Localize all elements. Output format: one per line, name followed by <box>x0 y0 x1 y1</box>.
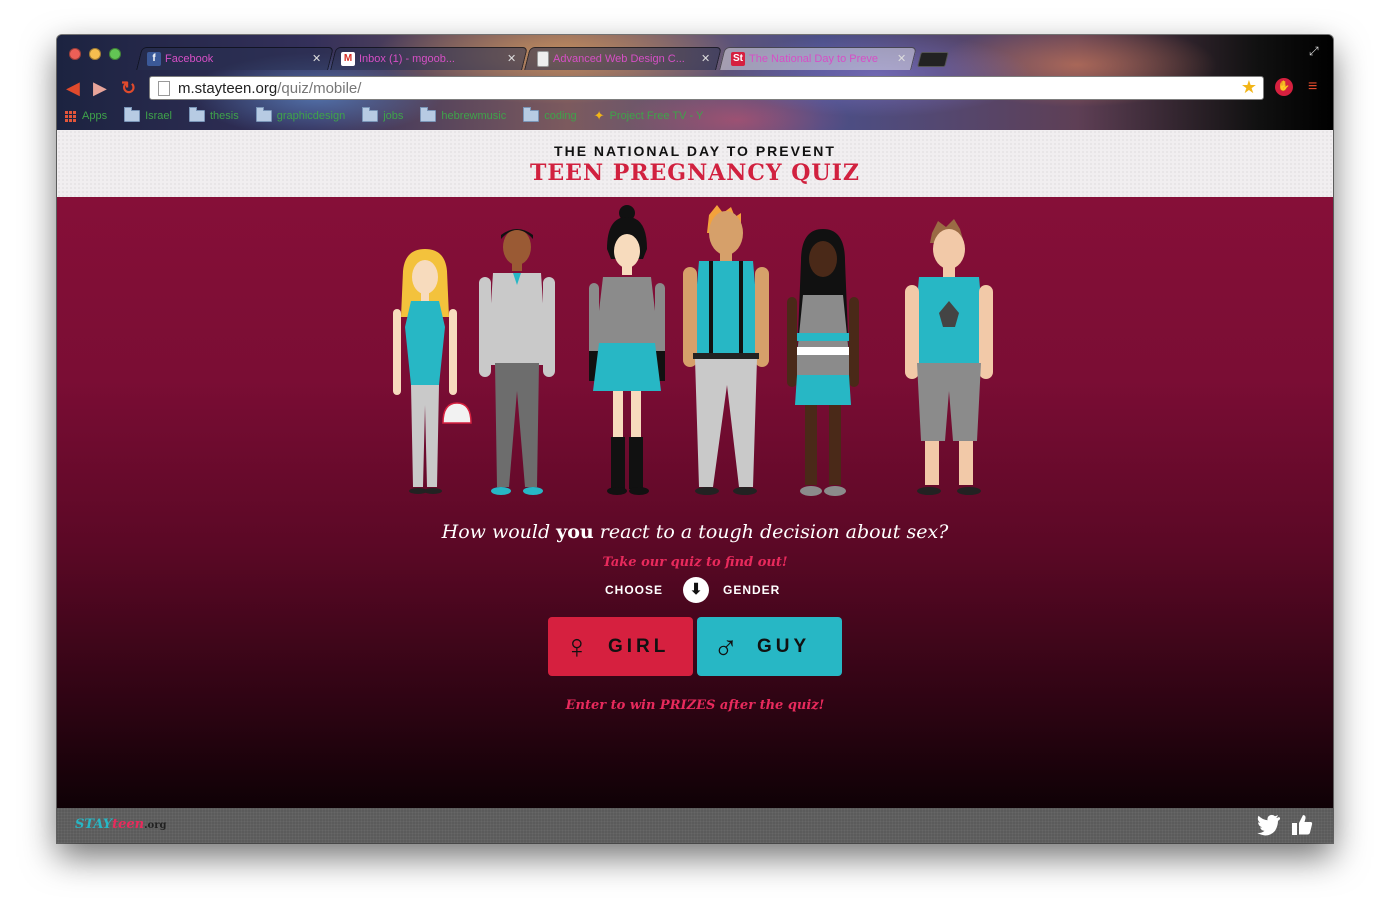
bookmark-thesis[interactable]: thesis <box>188 107 239 122</box>
character-suspenders-boy <box>683 205 769 495</box>
bookmark-label: coding <box>544 110 577 122</box>
tab-title: Facebook <box>165 53 214 65</box>
bookmark-label: hebrewmusic <box>441 110 507 122</box>
like-thumbs-up-icon[interactable] <box>1291 814 1313 836</box>
female-symbol-icon: ♀ <box>564 627 590 666</box>
header-title: TEEN PREGNANCY QUIZ <box>530 160 860 186</box>
bookmark-label: jobs <box>383 110 404 122</box>
bookmark-coding[interactable]: coding <box>523 107 577 122</box>
address-bar[interactable]: m.stayteen.org/quiz/mobile/ ★ <box>149 76 1264 100</box>
guy-button-label: GUY <box>757 635 811 657</box>
tab-inbox-content: M Inbox (1) - mgoob... <box>341 50 495 68</box>
folder-icon <box>255 107 272 122</box>
character-tee-boy <box>905 219 993 495</box>
close-tab-icon[interactable]: ✕ <box>507 52 516 65</box>
forward-icon[interactable]: ▶ <box>93 79 107 97</box>
tab-title: Advanced Web Design C... <box>553 53 685 65</box>
folder-icon <box>362 107 379 122</box>
bookmark-label: thesis <box>209 110 239 122</box>
header-line1: THE NATIONAL DAY TO PREVENT <box>554 143 836 159</box>
character-sweater-boy <box>479 229 555 495</box>
tab-title: The National Day to Preve <box>749 53 879 65</box>
minimize-window-button[interactable] <box>89 48 101 60</box>
prize-text: Enter to win PRIZES after the quiz! <box>565 698 825 713</box>
teen-characters-illustration <box>393 205 993 496</box>
question-text: How would you react to a tough decision … <box>441 521 949 543</box>
male-symbol-icon: ♂ <box>713 627 739 666</box>
hero-section: How would you react to a tough decision … <box>57 197 1333 808</box>
page-icon <box>158 81 170 96</box>
bookmark-hebrewmusic[interactable]: hebrewmusic <box>420 107 507 122</box>
stayteen-logo[interactable]: STAYteen.org <box>75 817 167 832</box>
page-footer: STAYteen.org <box>57 808 1333 843</box>
gmail-icon: M <box>341 52 355 66</box>
adblock-extension-icon[interactable]: ✋ <box>1275 78 1293 96</box>
close-tab-icon[interactable]: ✕ <box>312 52 321 65</box>
choose-label: CHOOSE <box>605 583 664 597</box>
bookmarks-bar: Apps Israel thesis graphicdesign jobs he… <box>65 107 720 125</box>
quiz-header: THE NATIONAL DAY TO PREVENT TEEN PREGNAN… <box>57 130 1333 197</box>
reload-icon[interactable]: ↻ <box>121 79 136 97</box>
folder-icon <box>188 107 205 122</box>
browser-chrome: f Facebook ✕ M Inbox (1) - mgoob... ✕ Ad… <box>57 35 1333 130</box>
fullscreen-icon[interactable]: ⤢ <box>1309 44 1319 59</box>
projectfreetv-icon: ✦ <box>593 108 605 123</box>
close-window-button[interactable] <box>69 48 81 60</box>
tab-title: Inbox (1) - mgoob... <box>359 53 455 65</box>
bookmark-label: Apps <box>82 110 108 122</box>
zoom-window-button[interactable] <box>109 48 121 60</box>
menu-icon[interactable]: ≡ <box>1308 78 1317 96</box>
new-tab-button[interactable] <box>917 52 949 67</box>
folder-icon <box>523 107 540 122</box>
tab-national-content: St The National Day to Preve <box>731 50 885 68</box>
bookmark-israel[interactable]: Israel <box>124 107 172 122</box>
back-icon[interactable]: ◀ <box>66 79 80 97</box>
bookmark-apps[interactable]: Apps <box>65 110 107 122</box>
web-page: THE NATIONAL DAY TO PREVENT TEEN PREGNAN… <box>57 130 1333 843</box>
close-tab-icon[interactable]: ✕ <box>701 52 710 65</box>
girl-button-label: GIRL <box>608 635 670 657</box>
page-icon <box>537 51 549 67</box>
browser-window: f Facebook ✕ M Inbox (1) - mgoob... ✕ Ad… <box>57 35 1333 843</box>
quiz-subtitle: Take our quiz to find out! <box>602 555 788 570</box>
gender-label: GENDER <box>723 583 781 597</box>
bookmark-star-icon[interactable]: ★ <box>1241 77 1257 98</box>
character-bun-girl <box>589 205 665 495</box>
tab-advanced-content: Advanced Web Design C... <box>537 50 689 68</box>
bookmark-label: graphicdesign <box>276 110 346 122</box>
twitter-icon[interactable] <box>1256 814 1280 836</box>
folder-icon <box>420 107 437 122</box>
arrow-down-icon: ⬇ <box>683 577 709 603</box>
bookmark-graphicdesign[interactable]: graphicdesign <box>255 107 346 122</box>
folder-icon <box>124 107 141 122</box>
tab-facebook-content: f Facebook <box>147 50 301 68</box>
bookmark-label: Project Free TV - Y <box>609 110 704 122</box>
apps-grid-icon <box>65 110 76 122</box>
character-blonde-girl <box>393 249 472 494</box>
guy-button[interactable]: ♂ GUY <box>697 617 842 676</box>
bookmark-jobs[interactable]: jobs <box>362 107 404 122</box>
stayteen-icon: St <box>731 52 745 66</box>
close-tab-icon[interactable]: ✕ <box>897 52 906 65</box>
facebook-icon: f <box>147 52 161 66</box>
girl-button[interactable]: ♀ GIRL <box>548 617 693 676</box>
bookmark-label: Israel <box>145 110 172 122</box>
url-text[interactable]: m.stayteen.org/quiz/mobile/ <box>178 80 361 97</box>
bookmark-projectfreetv[interactable]: ✦ Project Free TV - Y <box>594 108 704 124</box>
character-braids-girl <box>787 229 859 496</box>
